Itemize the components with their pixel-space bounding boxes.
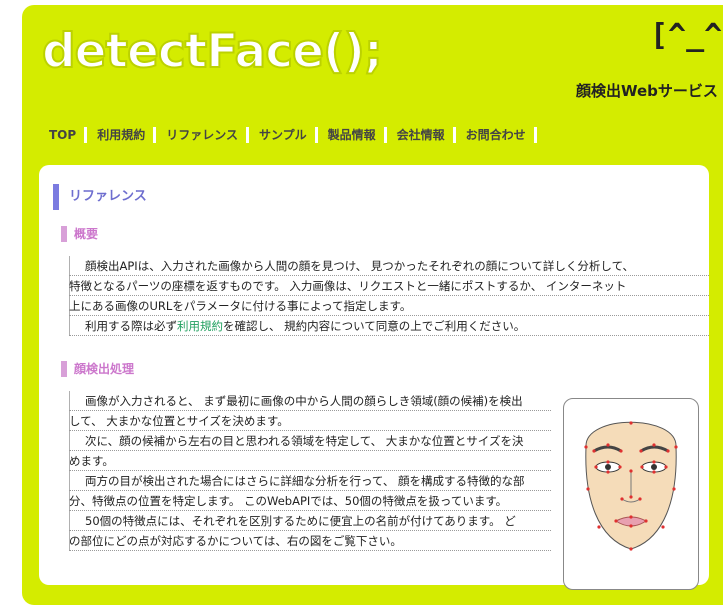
nav-terms[interactable]: 利用規約	[87, 127, 157, 143]
face-diagram-svg	[584, 421, 678, 551]
terms-text-after: を確認し、 規約内容について同意の上でご利用ください。	[223, 319, 526, 333]
nav-reference[interactable]: リファレンス	[156, 127, 249, 143]
nav-company[interactable]: 会社情報	[387, 127, 456, 143]
overview-line: 上にある画像のURLをパラメータに付ける事によって指定します。	[69, 296, 709, 316]
overview-text: 顔検出APIは、入力された画像から人間の顔を見つけ、 見つかったそれぞれの顔につ…	[69, 256, 709, 336]
content-panel: リファレンス 概要 顔検出APIは、入力された画像から人間の顔を見つけ、 見つか…	[39, 165, 709, 590]
face-feature-point-diagram	[563, 398, 699, 590]
section-heading-overview: 概要	[61, 226, 98, 242]
terms-text-before: 利用する際は必ず	[85, 319, 177, 333]
nav-top[interactable]: TOP	[40, 127, 88, 143]
processing-line: の部位にどの点が対応するかについては、右の図をご覧下さい。	[69, 531, 551, 551]
terms-link[interactable]: 利用規約	[177, 319, 223, 333]
right-pupil	[651, 464, 657, 470]
nav-sample[interactable]: サンプル	[249, 127, 318, 143]
nav-contact[interactable]: お問合わせ	[456, 127, 537, 143]
processing-line: 次に、顔の候補から左右の目と思われる領域を特定して、 大まかな位置とサイズを決	[69, 431, 551, 451]
processing-text: 画像が入力されると、 まず最初に画像の中から人間の顔らしき領域(顔の候補)を検出…	[69, 391, 551, 551]
section-heading-processing: 顔検出処理	[61, 361, 134, 377]
nav-products[interactable]: 製品情報	[318, 127, 387, 143]
terms-line: 利用する際は必ず利用規約を確認し、 規約内容について同意の上でご利用ください。	[69, 316, 709, 336]
page-title: リファレンス	[53, 184, 147, 210]
processing-line: 50個の特徴点には、それぞれを区別するために便宜上の名前が付けてあります。 ど	[69, 511, 551, 531]
face-emoticon-logo: [^_^]	[650, 18, 723, 53]
service-name: 顔検出Webサービス	[576, 82, 718, 100]
main-nav: TOP 利用規約 リファレンス サンプル 製品情報 会社情報 お問合わせ	[40, 127, 537, 143]
left-pupil	[605, 464, 611, 470]
processing-line: 分、特徴点の位置を特定します。 このWebAPIでは、50個の特徴点を扱っていま…	[69, 491, 551, 511]
processing-line: 両方の目が検出された場合にはさらに詳細な分析を行って、 顔を構成する特徴的な部	[69, 471, 551, 491]
processing-line: 画像が入力されると、 まず最初に画像の中から人間の顔らしき領域(顔の候補)を検出	[69, 391, 551, 411]
processing-line: めます。	[69, 451, 551, 471]
overview-line: 特徴となるパーツの座標を返すものです。 入力画像は、リクエストと一緒にポストする…	[69, 276, 709, 296]
site-logo[interactable]: detectFace();	[41, 22, 384, 82]
overview-line: 顔検出APIは、入力された画像から人間の顔を見つけ、 見つかったそれぞれの顔につ…	[69, 256, 709, 276]
processing-line: して、 大まかな位置とサイズを決めます。	[69, 411, 551, 431]
